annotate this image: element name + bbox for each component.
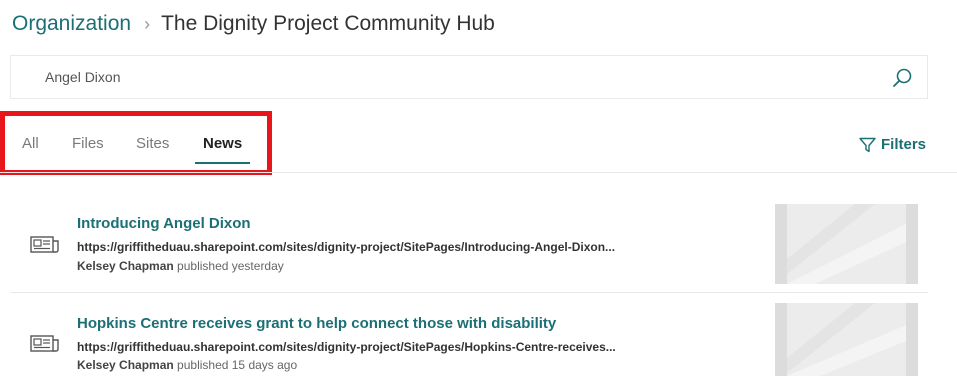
result-author[interactable]: Kelsey Chapman	[77, 358, 174, 372]
tab-highlight-annotation	[0, 111, 272, 175]
result-thumbnail[interactable]	[775, 204, 918, 284]
result-url: https://griffitheduau.sharepoint.com/sit…	[77, 340, 616, 354]
result-url: https://griffitheduau.sharepoint.com/sit…	[77, 240, 616, 254]
news-icon	[30, 335, 59, 352]
filters-label: Filters	[880, 136, 926, 153]
tabs-divider	[0, 172, 957, 173]
filters-button[interactable]: Filters	[859, 136, 926, 153]
result-title-link[interactable]: Introducing Angel Dixon	[77, 215, 251, 232]
breadcrumb: Organization › The Dignity Project Commu…	[12, 9, 495, 39]
search-icon[interactable]	[891, 67, 913, 89]
search-input[interactable]: Angel Dixon	[45, 69, 121, 85]
result-meta: Kelsey Chapman published yesterday	[77, 259, 284, 273]
result-meta: Kelsey Chapman published 15 days ago	[77, 358, 297, 372]
news-icon	[30, 236, 59, 253]
result-title-link[interactable]: Hopkins Centre receives grant to help co…	[77, 315, 556, 332]
result-divider	[10, 292, 928, 293]
search-box[interactable]: Angel Dixon	[10, 55, 928, 99]
result-published: published yesterday	[177, 259, 284, 273]
breadcrumb-organization-link[interactable]: Organization	[12, 12, 131, 36]
chevron-right-icon: ›	[144, 13, 151, 34]
page-title: The Dignity Project Community Hub	[161, 12, 495, 35]
result-published: published 15 days ago	[177, 358, 298, 372]
result-thumbnail[interactable]	[775, 303, 918, 376]
filter-icon	[859, 137, 876, 152]
result-author[interactable]: Kelsey Chapman	[77, 259, 174, 273]
